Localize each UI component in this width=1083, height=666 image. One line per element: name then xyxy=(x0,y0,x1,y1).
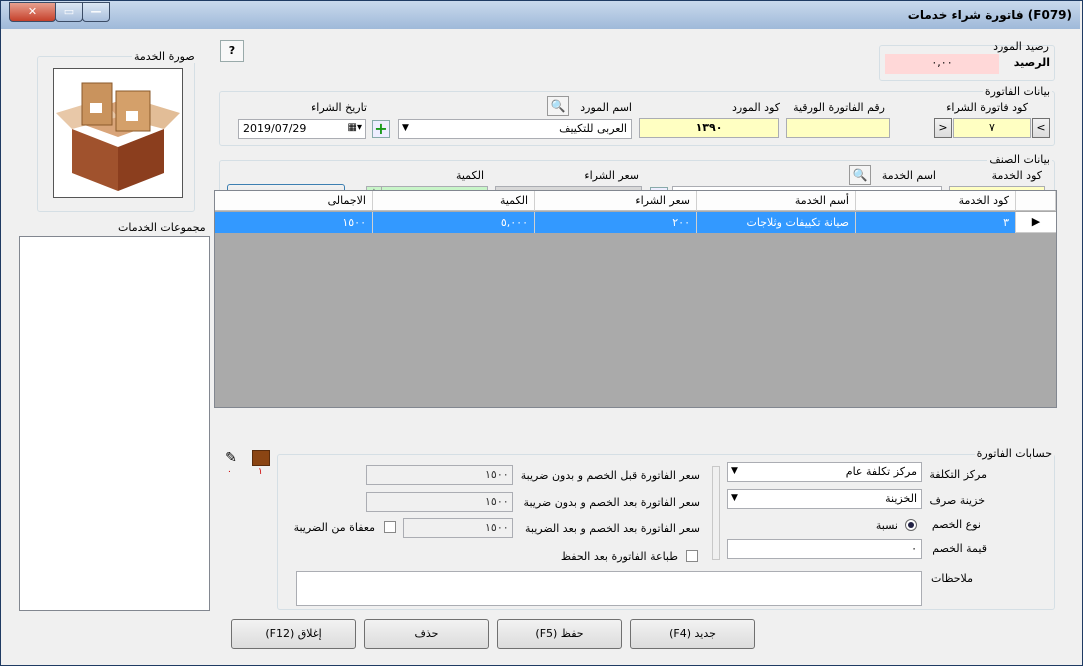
service-groups-label: مجموعات الخدمات xyxy=(118,221,206,234)
calendar-icon: ▦▾ xyxy=(347,122,362,133)
purchase-price-label: سعر الشراء xyxy=(584,169,639,182)
open-box-icon xyxy=(56,82,180,191)
supplier-name-select[interactable]: العربى للتكييف ▼ xyxy=(398,119,632,139)
price-after-discount-label: سعر الفاتورة بعد الخصم و بدون ضريبة xyxy=(523,496,700,509)
balance-label: الرصيد xyxy=(1013,56,1050,69)
supplier-name-label: اسم المورد xyxy=(580,101,632,114)
table-row-code[interactable]: ٣ xyxy=(856,212,1016,233)
service-groups-list[interactable] xyxy=(19,236,210,611)
next-invoice-button[interactable]: > xyxy=(1032,118,1050,138)
service-image-label: صورة الخدمة xyxy=(132,50,197,63)
chevron-right-icon: > xyxy=(1036,121,1046,134)
invoice-data-label: بيانات الفاتورة xyxy=(982,85,1052,98)
invoice-accounts-label: حسابات الفاتورة xyxy=(974,447,1054,460)
notes-label: ملاحظات xyxy=(931,572,973,585)
grid-header-selector xyxy=(1016,191,1056,211)
grid-header-quantity[interactable]: الكمية xyxy=(373,191,535,211)
purchase-date-value: 2019/07/29 xyxy=(243,122,307,135)
table-row-price[interactable]: ٢٠٠ xyxy=(535,212,697,233)
table-row-total[interactable]: ١٥٠٠ xyxy=(215,212,373,233)
paper-invoice-no-label: رقم الفاتورة الورقية xyxy=(793,101,885,114)
chevron-down-icon: ▼ xyxy=(731,493,738,503)
discount-value-field[interactable]: ٠ xyxy=(727,539,922,559)
group-divider xyxy=(712,466,720,560)
price-after-tax-label: سعر الفاتورة بعد الخصم و بعد الضريبة xyxy=(525,522,700,535)
delete-button[interactable]: حذف xyxy=(364,619,489,649)
service-search-button[interactable]: 🔍 xyxy=(849,165,871,185)
service-image-frame xyxy=(53,68,183,198)
print-after-save-label: طباعة الفاتورة بعد الحفظ xyxy=(560,550,678,563)
cost-center-value: مركز تكلفة عام xyxy=(845,465,917,478)
price-before-discount-value: ١٥٠٠ xyxy=(366,465,513,485)
new-button[interactable]: جديد (F4) xyxy=(630,619,755,649)
archive-count: ١ xyxy=(258,467,263,477)
balance-value: ٠,٠٠ xyxy=(885,54,999,74)
chevron-down-icon: ▼ xyxy=(402,123,409,133)
price-before-discount-label: سعر الفاتورة قبل الخصم و بدون ضريبة xyxy=(520,469,700,482)
previous-invoice-button[interactable]: < xyxy=(934,118,952,138)
tax-exempt-checkbox[interactable] xyxy=(384,521,396,533)
title-bar: ✕ ▭ — (F079) فاتورة شراء خدمات xyxy=(1,1,1080,29)
search-icon: 🔍 xyxy=(550,99,566,113)
table-row-quantity[interactable]: ٥,٠٠٠ xyxy=(373,212,535,233)
supplier-code-field[interactable]: ١٣٩٠ xyxy=(639,118,779,138)
print-after-save-checkbox[interactable] xyxy=(686,550,698,562)
archive-box-icon[interactable] xyxy=(252,450,270,466)
treasury-value: الخزينة xyxy=(885,492,917,505)
attachments-count: ٠ xyxy=(227,467,232,477)
chevron-down-icon: ▼ xyxy=(731,466,738,476)
supplier-search-button[interactable]: 🔍 xyxy=(547,96,569,116)
service-code-label: كود الخدمة xyxy=(991,169,1042,182)
treasury-label: خزينة صرف xyxy=(929,494,985,507)
minimize-window-button[interactable]: — xyxy=(82,2,110,22)
grid-header-price[interactable]: سعر الشراء xyxy=(535,191,697,211)
supplier-name-value: العربى للتكييف xyxy=(559,122,627,135)
service-name-label: اسم الخدمة xyxy=(881,169,936,182)
notes-field[interactable] xyxy=(296,571,922,606)
grid-header-total[interactable]: الاجمالى xyxy=(215,191,373,211)
table-row-name[interactable]: صيانة تكييفات وثلاجات xyxy=(697,212,856,233)
tax-exempt-label: معفاة من الضريبة xyxy=(293,521,375,534)
help-button[interactable]: ? xyxy=(220,40,244,62)
supplier-code-label: كود المورد xyxy=(732,101,780,114)
item-data-label: بيانات الصنف xyxy=(987,153,1052,166)
discount-type-label: نوع الخصم xyxy=(931,518,981,531)
window-title: (F079) فاتورة شراء خدمات xyxy=(907,8,1072,22)
purchase-invoice-code-field[interactable]: ٧ xyxy=(953,118,1031,138)
close-icon: ✕ xyxy=(27,5,38,18)
cost-center-select[interactable]: مركز تكلفة عام ▼ xyxy=(727,462,922,482)
discount-type-radio[interactable] xyxy=(905,519,917,531)
row-selector-arrow-icon[interactable]: ▶ xyxy=(1016,212,1056,233)
discount-value-label: قيمة الخصم xyxy=(932,542,987,555)
purchase-date-label: تاريخ الشراء xyxy=(311,101,367,114)
paper-invoice-no-field[interactable] xyxy=(786,118,890,138)
help-icon: ? xyxy=(228,44,236,57)
purchase-invoice-code-label: كود فاتورة الشراء xyxy=(946,101,1028,114)
purchase-date-picker[interactable]: 2019/07/29 ▦▾ xyxy=(238,119,366,139)
maximize-icon: ▭ xyxy=(63,5,75,18)
close-button[interactable]: إغلاق (F12) xyxy=(231,619,356,649)
grid-header-code[interactable]: كود الخدمة xyxy=(856,191,1016,211)
chevron-left-icon: < xyxy=(938,121,948,134)
supplier-balance-label: رصيد المورد xyxy=(993,40,1049,53)
plus-icon: + xyxy=(374,119,388,138)
quantity-label: الكمية xyxy=(455,169,484,182)
save-button[interactable]: حفظ (F5) xyxy=(497,619,622,649)
discount-type-value: نسبة xyxy=(875,519,898,532)
items-grid[interactable]: الاجمالى الكمية سعر الشراء أسم الخدمة كو… xyxy=(214,190,1057,408)
cost-center-label: مركز التكلفة xyxy=(929,468,987,481)
add-supplier-button[interactable]: + xyxy=(372,120,390,138)
search-icon: 🔍 xyxy=(852,168,868,182)
grid-header-name[interactable]: أسم الخدمة xyxy=(697,191,856,211)
treasury-select[interactable]: الخزينة ▼ xyxy=(727,489,922,509)
close-window-button[interactable]: ✕ xyxy=(9,2,56,22)
price-after-tax-value: ١٥٠٠ xyxy=(403,518,513,538)
price-after-discount-value: ١٥٠٠ xyxy=(366,492,513,512)
maximize-window-button[interactable]: ▭ xyxy=(55,2,83,22)
minimize-icon: — xyxy=(90,5,102,18)
